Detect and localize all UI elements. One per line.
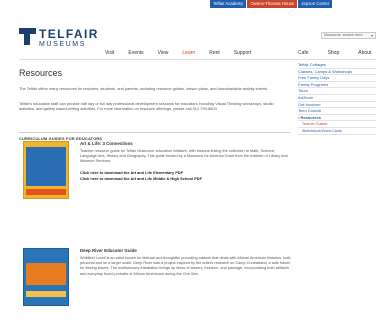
main-nav: Visit Events View Learn Rent Support — [105, 49, 265, 57]
search-select[interactable]: Museums: search here — [321, 32, 376, 39]
sidebar-item-teen-council[interactable]: Teen Council — [298, 108, 376, 115]
resource-thumbnail[interactable] — [23, 248, 69, 306]
nav-learn[interactable]: Learn — [182, 49, 195, 57]
nav-shop[interactable]: Shop — [328, 49, 340, 57]
telfair-t-icon — [19, 28, 36, 45]
nav-view[interactable]: View — [158, 49, 169, 57]
intro-paragraph-1: The Telfair offers many resources for te… — [19, 86, 269, 91]
nav-rent[interactable]: Rent — [209, 49, 220, 57]
resource-description: Teacher resource guide for Telfair Museu… — [80, 149, 288, 164]
top-utility-bar: Telfair Academy Owens-Thomas House Jepso… — [209, 0, 333, 8]
intro-paragraph-2: Telfair's education staff can provide ha… — [19, 101, 274, 112]
nav-about[interactable]: About — [358, 49, 371, 57]
top-link-telfair-academy[interactable]: Telfair Academy — [210, 0, 247, 8]
logo-subtitle: MUSEUMS — [39, 41, 86, 48]
sidebar-item-resources[interactable]: • Resources — [298, 115, 376, 122]
sidebar-nav: Telfair Cottages Classes, Camps & Worksh… — [298, 62, 376, 135]
nav-events[interactable]: Events — [128, 49, 143, 57]
download-elementary-pdf-link[interactable]: Click here to download the Art and Life … — [80, 170, 291, 175]
sidebar-item-get-involved[interactable]: Get Involved — [298, 102, 376, 109]
telfair-logo[interactable]: TELFAIR MUSEUMS — [19, 28, 99, 48]
logo-name: TELFAIR — [39, 27, 99, 41]
sidebar-subitem-sketchbook[interactable]: Sketchbook/Zeum-Cards — [298, 128, 376, 135]
top-link-jepson-center[interactable]: Jepson Center — [298, 0, 333, 8]
header-divider — [19, 59, 376, 60]
top-link-owens-thomas-house[interactable]: Owens-Thomas House — [247, 0, 298, 8]
nav-support[interactable]: Support — [234, 49, 252, 57]
nav-cafe[interactable]: Cafe — [298, 49, 309, 57]
sidebar-subitem-teacher-guides[interactable]: Teacher Guides — [298, 121, 376, 128]
download-middle-high-pdf-link[interactable]: Click here to download the Art and Life … — [80, 176, 291, 181]
resource-thumbnail[interactable] — [23, 141, 69, 199]
nav-visit[interactable]: Visit — [105, 49, 114, 57]
resource-description: Whitfield Lovell is an artist known for … — [80, 256, 291, 276]
section-heading: CURRICULUM GUIDES FOR EDUCATORS — [19, 132, 290, 141]
search-select-value: Museums: search here — [324, 33, 363, 37]
resource-title: Art & Life: 3 Connections — [80, 141, 133, 146]
sidebar-item-artzeum[interactable]: ArtZeum — [298, 95, 376, 102]
chevron-down-icon — [371, 34, 373, 37]
secondary-nav: Cafe Shop About — [298, 49, 386, 57]
sidebar-item-tours[interactable]: Tours — [298, 88, 376, 95]
sidebar-item-telfair-cottages[interactable]: Telfair Cottages — [298, 62, 376, 69]
page-title: Resources — [19, 68, 63, 78]
resource-title: Deep River Educator Guide — [80, 248, 137, 253]
sidebar-item-family-programs[interactable]: Family Programs — [298, 82, 376, 89]
sidebar-item-classes-camps[interactable]: Classes, Camps & Workshops — [298, 69, 376, 76]
sidebar-item-free-family-days[interactable]: Free Family Days — [298, 75, 376, 82]
